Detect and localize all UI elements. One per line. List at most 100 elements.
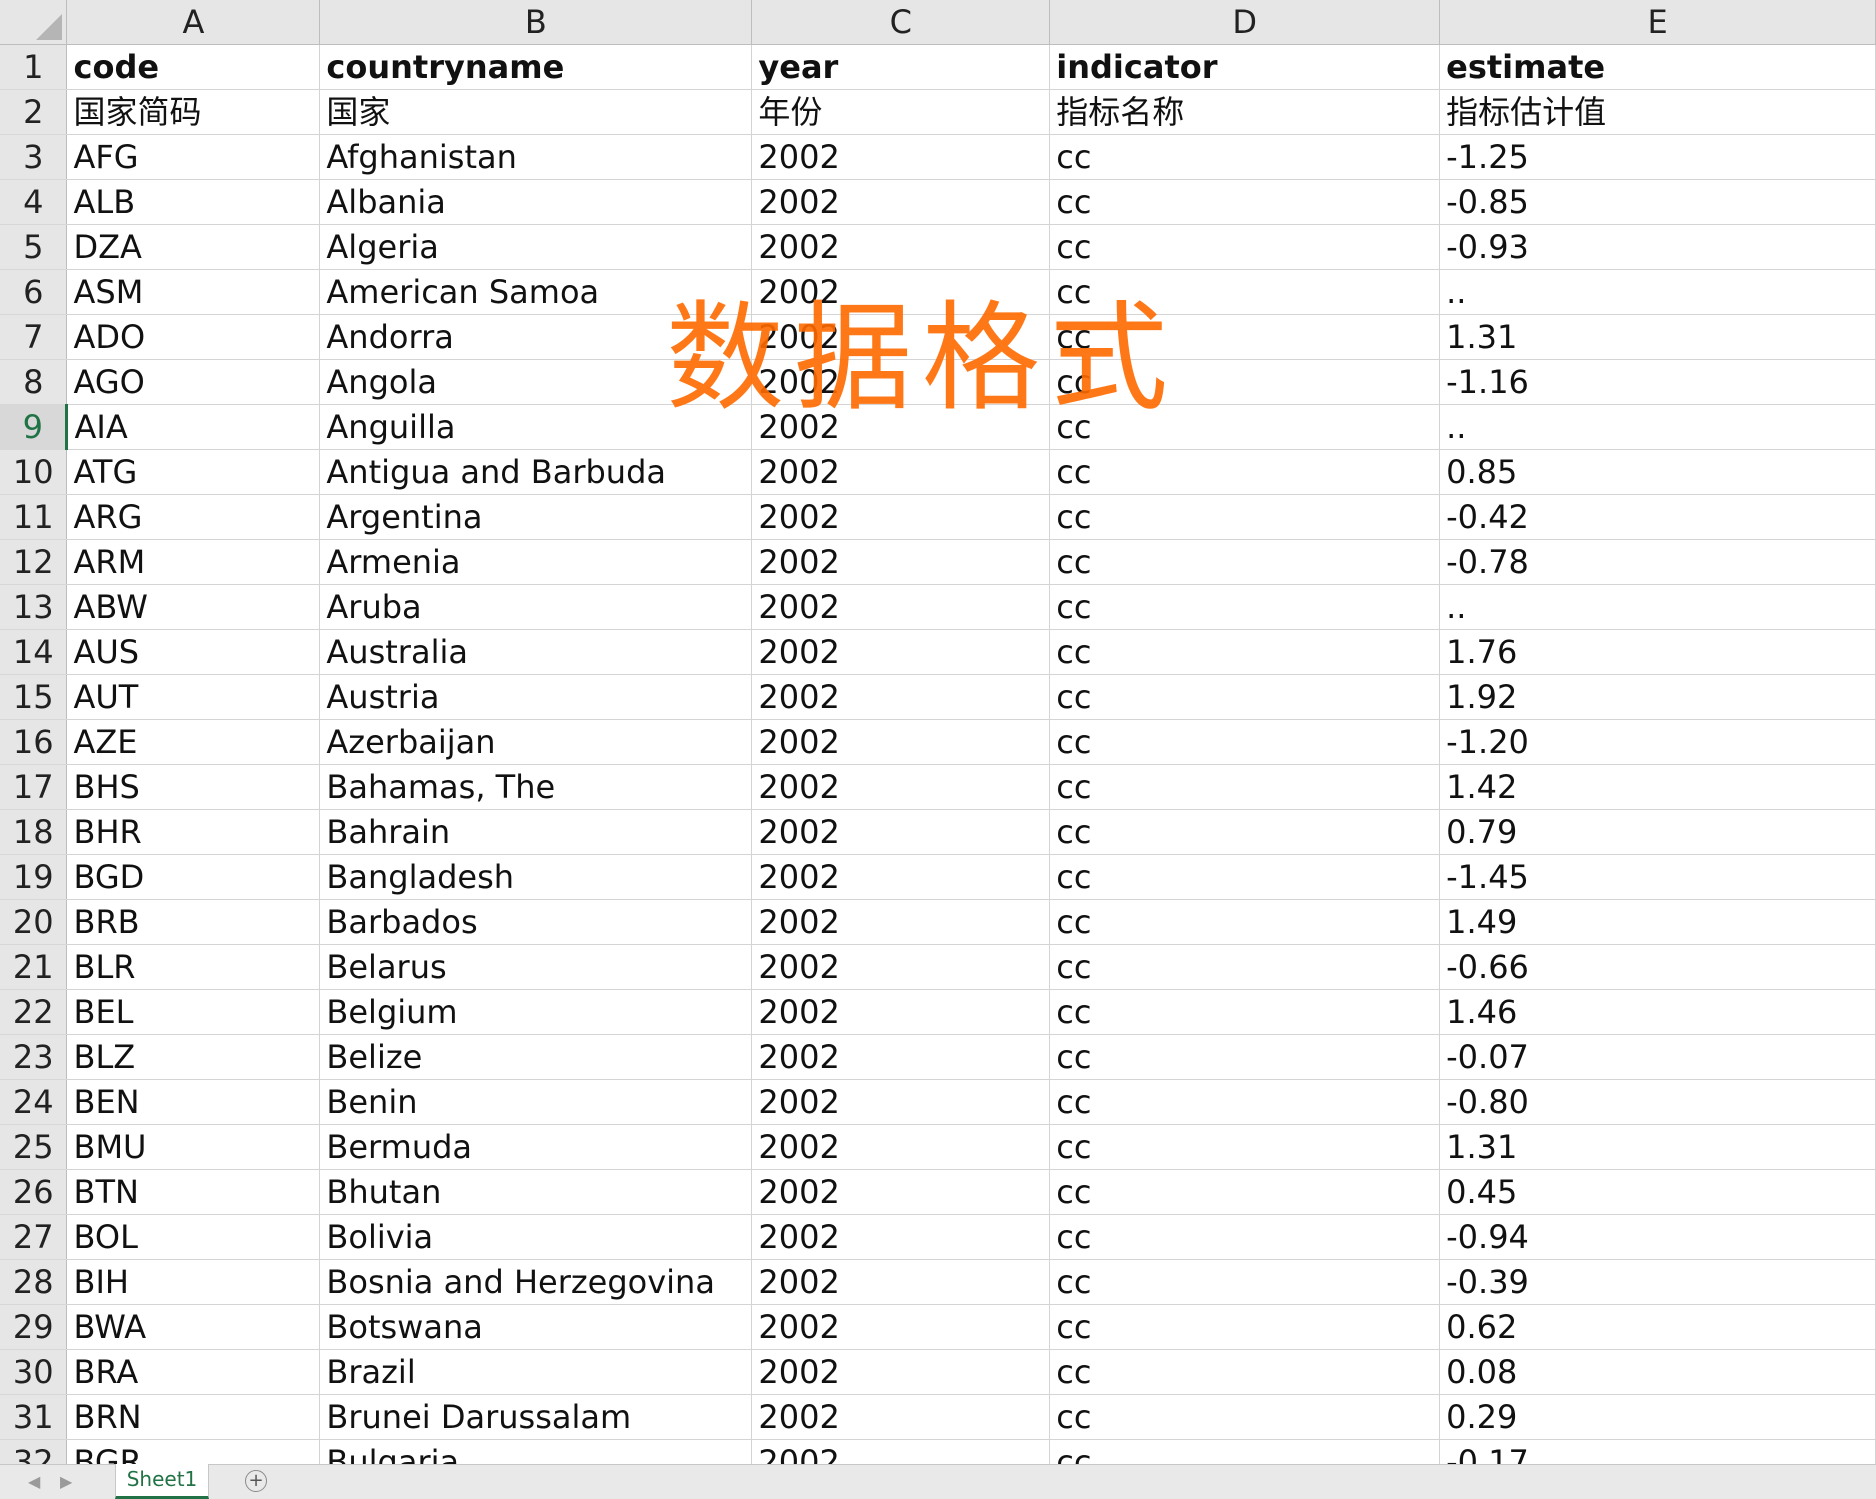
- cell-b29[interactable]: Botswana: [319, 1304, 753, 1350]
- cell-c19[interactable]: 2002: [751, 854, 1051, 900]
- cell-c14[interactable]: 2002: [751, 629, 1051, 675]
- cell-d28[interactable]: cc: [1049, 1259, 1441, 1305]
- cell-e20[interactable]: 1.49: [1439, 899, 1876, 945]
- cell-e11[interactable]: -0.42: [1439, 494, 1876, 540]
- row-header-13[interactable]: 13: [0, 584, 68, 630]
- cell-a1[interactable]: code: [66, 44, 321, 90]
- cell-e9[interactable]: ..: [1439, 404, 1876, 450]
- cell-d16[interactable]: cc: [1049, 719, 1441, 765]
- cell-a24[interactable]: BEN: [66, 1079, 321, 1125]
- row-header-17[interactable]: 17: [0, 764, 68, 810]
- cell-d9[interactable]: cc: [1049, 404, 1441, 450]
- cell-c12[interactable]: 2002: [751, 539, 1051, 585]
- cell-e16[interactable]: -1.20: [1439, 719, 1876, 765]
- cell-e27[interactable]: -0.94: [1439, 1214, 1876, 1260]
- cell-a19[interactable]: BGD: [66, 854, 321, 900]
- cell-c24[interactable]: 2002: [751, 1079, 1051, 1125]
- column-header-b[interactable]: B: [319, 0, 753, 45]
- cell-c23[interactable]: 2002: [751, 1034, 1051, 1080]
- row-header-9[interactable]: 9: [0, 404, 69, 450]
- cell-a27[interactable]: BOL: [66, 1214, 321, 1260]
- row-header-19[interactable]: 19: [0, 854, 68, 900]
- cell-e19[interactable]: -1.45: [1439, 854, 1876, 900]
- cell-c30[interactable]: 2002: [751, 1349, 1051, 1395]
- column-header-c[interactable]: C: [751, 0, 1051, 45]
- cell-a26[interactable]: BTN: [66, 1169, 321, 1215]
- row-header-4[interactable]: 4: [0, 179, 68, 225]
- cell-e29[interactable]: 0.62: [1439, 1304, 1876, 1350]
- cell-b22[interactable]: Belgium: [319, 989, 753, 1035]
- cell-d12[interactable]: cc: [1049, 539, 1441, 585]
- cell-e17[interactable]: 1.42: [1439, 764, 1876, 810]
- cell-c17[interactable]: 2002: [751, 764, 1051, 810]
- cell-b5[interactable]: Algeria: [319, 224, 753, 270]
- cell-e5[interactable]: -0.93: [1439, 224, 1876, 270]
- cell-b12[interactable]: Armenia: [319, 539, 753, 585]
- cell-e25[interactable]: 1.31: [1439, 1124, 1876, 1170]
- cell-a2[interactable]: 国家简码: [66, 89, 321, 135]
- cell-a20[interactable]: BRB: [66, 899, 321, 945]
- cell-c16[interactable]: 2002: [751, 719, 1051, 765]
- cell-e10[interactable]: 0.85: [1439, 449, 1876, 495]
- cell-d31[interactable]: cc: [1049, 1394, 1441, 1440]
- cell-c27[interactable]: 2002: [751, 1214, 1051, 1260]
- cell-a16[interactable]: AZE: [66, 719, 321, 765]
- cell-b14[interactable]: Australia: [319, 629, 753, 675]
- row-header-2[interactable]: 2: [0, 89, 68, 135]
- cell-b26[interactable]: Bhutan: [319, 1169, 753, 1215]
- cell-e22[interactable]: 1.46: [1439, 989, 1876, 1035]
- cell-c10[interactable]: 2002: [751, 449, 1051, 495]
- row-header-27[interactable]: 27: [0, 1214, 68, 1260]
- cell-e14[interactable]: 1.76: [1439, 629, 1876, 675]
- row-header-15[interactable]: 15: [0, 674, 68, 720]
- cell-d26[interactable]: cc: [1049, 1169, 1441, 1215]
- cell-a12[interactable]: ARM: [66, 539, 321, 585]
- cell-a14[interactable]: AUS: [66, 629, 321, 675]
- cell-b9[interactable]: Anguilla: [319, 404, 753, 450]
- cell-b1[interactable]: countryname: [319, 44, 753, 90]
- row-header-30[interactable]: 30: [0, 1349, 68, 1395]
- row-header-3[interactable]: 3: [0, 134, 68, 180]
- cell-a8[interactable]: AGO: [66, 359, 321, 405]
- cell-a25[interactable]: BMU: [66, 1124, 321, 1170]
- cell-d18[interactable]: cc: [1049, 809, 1441, 855]
- cell-a15[interactable]: AUT: [66, 674, 321, 720]
- cell-e28[interactable]: -0.39: [1439, 1259, 1876, 1305]
- cell-a7[interactable]: ADO: [66, 314, 321, 360]
- cell-b23[interactable]: Belize: [319, 1034, 753, 1080]
- cell-e6[interactable]: ..: [1439, 269, 1876, 315]
- cell-d10[interactable]: cc: [1049, 449, 1441, 495]
- row-header-31[interactable]: 31: [0, 1394, 68, 1440]
- cell-a3[interactable]: AFG: [66, 134, 321, 180]
- cell-a18[interactable]: BHR: [66, 809, 321, 855]
- cell-c31[interactable]: 2002: [751, 1394, 1051, 1440]
- cell-b30[interactable]: Brazil: [319, 1349, 753, 1395]
- cell-d13[interactable]: cc: [1049, 584, 1441, 630]
- cell-d21[interactable]: cc: [1049, 944, 1441, 990]
- cell-c3[interactable]: 2002: [751, 134, 1051, 180]
- cell-c7[interactable]: 2002: [751, 314, 1051, 360]
- row-header-7[interactable]: 7: [0, 314, 68, 360]
- cell-b11[interactable]: Argentina: [319, 494, 753, 540]
- row-header-22[interactable]: 22: [0, 989, 68, 1035]
- cell-c11[interactable]: 2002: [751, 494, 1051, 540]
- row-header-23[interactable]: 23: [0, 1034, 68, 1080]
- cell-c15[interactable]: 2002: [751, 674, 1051, 720]
- row-header-16[interactable]: 16: [0, 719, 68, 765]
- cell-c20[interactable]: 2002: [751, 899, 1051, 945]
- row-header-14[interactable]: 14: [0, 629, 68, 675]
- cell-e15[interactable]: 1.92: [1439, 674, 1876, 720]
- cell-c22[interactable]: 2002: [751, 989, 1051, 1035]
- cell-a32[interactable]: BGR: [66, 1439, 321, 1464]
- cell-d14[interactable]: cc: [1049, 629, 1441, 675]
- row-header-29[interactable]: 29: [0, 1304, 68, 1350]
- row-header-28[interactable]: 28: [0, 1259, 68, 1305]
- cell-d8[interactable]: cc: [1049, 359, 1441, 405]
- cell-a10[interactable]: ATG: [66, 449, 321, 495]
- cell-b13[interactable]: Aruba: [319, 584, 753, 630]
- cell-d32[interactable]: cc: [1049, 1439, 1441, 1464]
- cell-d22[interactable]: cc: [1049, 989, 1441, 1035]
- cell-b15[interactable]: Austria: [319, 674, 753, 720]
- cell-d30[interactable]: cc: [1049, 1349, 1441, 1395]
- cell-c26[interactable]: 2002: [751, 1169, 1051, 1215]
